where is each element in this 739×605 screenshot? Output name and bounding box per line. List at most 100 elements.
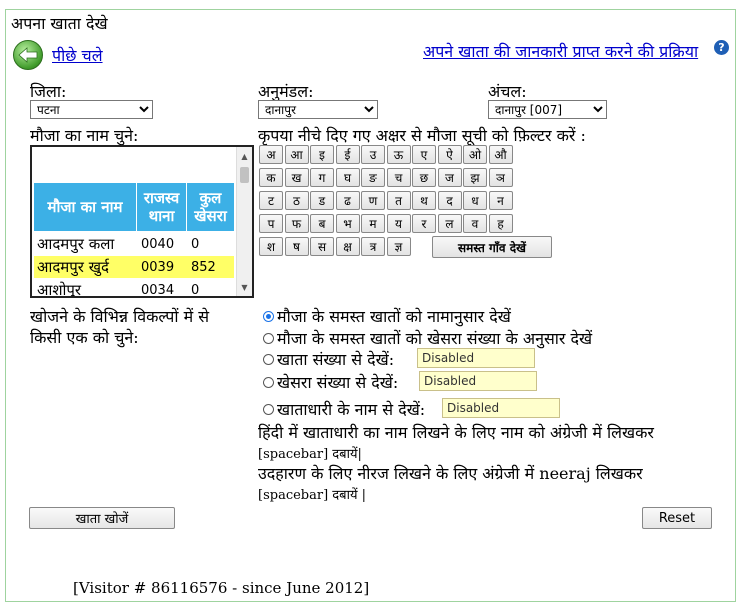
- letter-key[interactable]: ण: [361, 191, 385, 210]
- subdivision-select[interactable]: दानापुर: [258, 100, 378, 119]
- letter-key[interactable]: ष: [284, 237, 309, 256]
- letter-key[interactable]: ज: [437, 168, 462, 187]
- letter-key[interactable]: ए: [412, 145, 436, 164]
- back-nav[interactable]: पीछे चले: [13, 40, 103, 70]
- letter-key[interactable]: ऐ: [437, 145, 462, 164]
- all-villages-button[interactable]: समस्त गाँव देखें: [432, 236, 552, 258]
- letter-key[interactable]: क्ष: [335, 237, 360, 256]
- option-by-khesra[interactable]: मौजा के समस्त खातों को खेसरा संख्या के अ…: [263, 327, 592, 349]
- letter-key[interactable]: औ: [488, 145, 513, 164]
- district-label: जिला:: [30, 82, 67, 101]
- letter-key[interactable]: भ: [335, 214, 360, 233]
- option-by-khesra-label: मौजा के समस्त खातों को खेसरा संख्या के अ…: [277, 329, 593, 348]
- mouza-listbox[interactable]: मौजा का नाम राजस्व थाना कुल खेसरा आदमपुर…: [30, 145, 254, 298]
- hint-line3: उदहारण के लिए नीरज लिखने के लिए अंग्रेजी…: [258, 464, 643, 483]
- letter-key[interactable]: व: [463, 214, 487, 233]
- holder-name-input: Disabled: [442, 398, 560, 418]
- hint-line1: हिंदी में खाताधारी का नाम लिखने के लिए न…: [258, 423, 654, 442]
- letter-key[interactable]: ग: [310, 168, 334, 187]
- letter-key[interactable]: ओ: [463, 145, 487, 164]
- letter-key[interactable]: ई: [335, 145, 360, 164]
- option-khesra-no[interactable]: खेसरा संख्या से देखें:: [263, 371, 398, 393]
- letter-key[interactable]: ख: [284, 168, 309, 187]
- help-icon[interactable]: ?: [714, 40, 729, 55]
- mouza-name: आदमपुर खुर्द: [37, 258, 109, 276]
- letter-key[interactable]: र: [412, 214, 436, 233]
- listbox-scrollbar[interactable]: ▲ ▼: [236, 147, 252, 296]
- letter-key[interactable]: अ: [259, 145, 283, 164]
- letter-key[interactable]: श: [259, 237, 283, 256]
- letter-key[interactable]: न: [488, 191, 513, 210]
- option-by-name-label: मौजा के समस्त खातों को नामानुसार देखें: [277, 307, 511, 326]
- radio-khata-no[interactable]: [263, 353, 274, 365]
- mouza-label: मौजा का नाम चुने:: [30, 126, 139, 145]
- back-arrow-icon[interactable]: [13, 40, 43, 70]
- mouza-row[interactable]: आदमपुर कला 0040 0: [34, 233, 234, 255]
- option-holder-name[interactable]: खाताधारी के नाम से देखें:: [263, 398, 425, 420]
- letter-key[interactable]: ह: [488, 214, 513, 233]
- radio-khesra-no[interactable]: [263, 376, 274, 388]
- reset-button[interactable]: Reset: [642, 507, 712, 529]
- letter-key[interactable]: आ: [284, 145, 309, 164]
- mouza-khesra: 0: [191, 282, 200, 298]
- letter-key[interactable]: ज्ञ: [386, 237, 411, 256]
- letter-key[interactable]: च: [386, 168, 411, 187]
- option-by-name[interactable]: मौजा के समस्त खातों को नामानुसार देखें: [263, 305, 511, 327]
- letter-key[interactable]: प: [259, 214, 283, 233]
- letter-key[interactable]: स: [310, 237, 334, 256]
- letter-key[interactable]: ऊ: [386, 145, 411, 164]
- mouza-khesra: 852: [191, 259, 216, 275]
- letter-key[interactable]: ठ: [284, 191, 309, 210]
- letter-key[interactable]: त्र: [361, 237, 385, 256]
- district-select[interactable]: पटना: [30, 100, 153, 119]
- letter-key[interactable]: ञ: [488, 168, 513, 187]
- radio-by-name[interactable]: [263, 310, 274, 322]
- letter-key[interactable]: ङ: [361, 168, 385, 187]
- letter-key[interactable]: ध: [463, 191, 487, 210]
- circle-label: अंचल:: [488, 82, 527, 101]
- letter-key[interactable]: उ: [361, 145, 385, 164]
- letter-key[interactable]: ढ: [335, 191, 360, 210]
- letter-key[interactable]: द: [437, 191, 462, 210]
- header-revenue-thana: राजस्व थाना: [137, 183, 187, 231]
- subdivision-label: अनुमंडल:: [258, 82, 314, 101]
- scroll-thumb[interactable]: [240, 167, 249, 183]
- letter-key[interactable]: फ: [284, 214, 309, 233]
- header-total-khesra: कुल खेसरा: [194, 189, 227, 225]
- process-link[interactable]: अपने खाता की जानकारी प्राप्त करने की प्र…: [423, 40, 698, 62]
- letter-key[interactable]: त: [386, 191, 411, 210]
- filter-label: कृपया नीचे दिए गए अक्षर से मौजा सूची को …: [258, 126, 586, 145]
- mouza-thana: 0039: [141, 259, 175, 275]
- mouza-thana: 0034: [141, 282, 175, 298]
- letter-key[interactable]: ल: [437, 214, 462, 233]
- scroll-up-icon[interactable]: ▲: [237, 149, 252, 163]
- letter-key[interactable]: ब: [310, 214, 334, 233]
- option-khata-no[interactable]: खाता संख्या से देखें:: [263, 348, 394, 370]
- back-link[interactable]: पीछे चले: [52, 44, 103, 66]
- letter-key[interactable]: छ: [412, 168, 436, 187]
- letter-key[interactable]: म: [361, 214, 385, 233]
- radio-holder-name[interactable]: [263, 403, 274, 415]
- letter-key[interactable]: घ: [335, 168, 360, 187]
- mouza-row[interactable]: आदमपुर खुर्द 0039 852: [34, 256, 234, 278]
- option-khata-no-label: खाता संख्या से देखें:: [277, 350, 395, 369]
- circle-select[interactable]: दानापुर [007]: [488, 100, 607, 119]
- letter-key[interactable]: ड: [310, 191, 334, 210]
- letter-key[interactable]: इ: [310, 145, 334, 164]
- letter-key[interactable]: थ: [412, 191, 436, 210]
- search-options-label-line2: किसी एक को चुने:: [30, 328, 139, 347]
- khesra-no-input: Disabled: [419, 371, 537, 391]
- scroll-down-icon[interactable]: ▼: [237, 280, 252, 294]
- mouza-khesra: 0: [191, 236, 200, 252]
- letter-key[interactable]: क: [259, 168, 283, 187]
- search-options-label-line1: खोजने के विभिन्न विकल्पों में से: [30, 307, 210, 326]
- letter-key[interactable]: य: [386, 214, 411, 233]
- mouza-thana: 0040: [141, 236, 175, 252]
- letter-key[interactable]: झ: [463, 168, 487, 187]
- radio-by-khesra[interactable]: [263, 332, 274, 344]
- mouza-row[interactable]: आशोपुर 0034 0: [34, 279, 234, 298]
- search-khata-button[interactable]: खाता खोजें: [29, 507, 175, 529]
- header-mouza-name: मौजा का नाम: [34, 183, 137, 231]
- letter-key[interactable]: ट: [259, 191, 283, 210]
- khata-no-input: Disabled: [417, 348, 535, 368]
